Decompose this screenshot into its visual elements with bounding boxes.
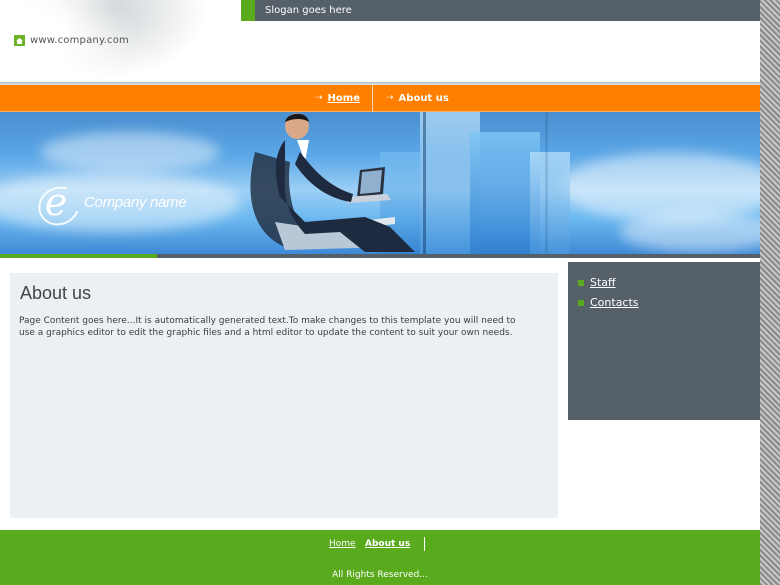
arrow-right-icon: ⇢ [386,93,394,103]
footer-link-about-us[interactable]: About us [365,539,410,549]
company-logo-icon: e [44,180,68,224]
banner-building [530,152,570,254]
footer: Home About us All Rights Reserved... [0,530,760,585]
nav-item-about-us[interactable]: ⇢ About us [386,85,449,111]
nav-divider [372,85,373,111]
company-name: Company name [84,194,187,211]
banner-cloud [40,132,220,172]
sidebar-item-label: Contacts [590,296,639,309]
banner-base-accent [0,254,157,258]
banner-cloud [620,212,760,252]
footer-divider [424,537,425,551]
slogan-bar: Slogan goes here [241,0,760,21]
main-content: About us Page Content goes here...It is … [10,273,558,518]
nav-item-home[interactable]: ⇢ Home [315,85,360,111]
footer-link-home[interactable]: Home [329,539,356,549]
bullet-icon [578,279,584,286]
top-nav: ⇢ Home ⇢ About us [0,85,760,112]
site-url[interactable]: www.company.com [14,35,129,46]
nav-item-label: Home [327,92,360,104]
sidebar-item-label: Staff [590,276,616,289]
hero-banner: e Company name [0,112,760,254]
businessman-photo [250,113,415,252]
home-icon [14,35,25,46]
header-logo-area: www.company.com [0,0,240,82]
copyright-text: All Rights Reserved... [332,570,428,580]
slogan-text: Slogan goes here [265,5,352,16]
sidebar-item-contacts[interactable]: Contacts [578,296,639,309]
right-edge-stripes [760,0,780,585]
banner-window-frame [545,112,548,254]
sidebar: Staff Contacts [568,262,760,420]
page-title: About us [20,283,92,303]
slogan-accent [241,0,255,21]
site-url-text: www.company.com [30,35,129,46]
nav-item-label: About us [398,92,449,104]
bullet-icon [578,299,584,306]
page-body-text: Page Content goes here...It is automatic… [19,316,516,338]
sidebar-item-staff[interactable]: Staff [578,276,616,289]
banner-cloud [560,152,760,222]
arrow-right-icon: ⇢ [315,93,323,103]
